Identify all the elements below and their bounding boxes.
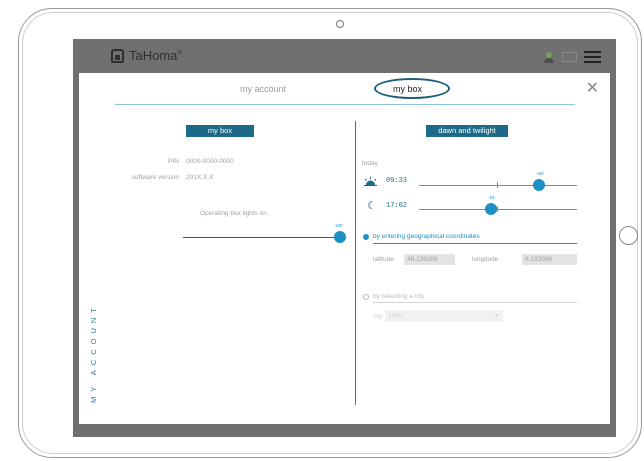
sunset-thumb[interactable] [485,203,497,215]
home-button[interactable] [619,226,638,245]
active-tab-highlight [374,78,450,99]
brand-name: TaHoma® [129,48,182,63]
city-option-label[interactable]: by selecting a city [373,293,424,300]
sunrise-time: 09:33 [386,177,408,185]
column-divider [355,121,356,405]
coords-option-label[interactable]: by entering geographical coordinates [373,233,480,240]
longitude-label: longitude [472,256,499,263]
city-label: city [373,313,383,320]
box-lights-value: 100 [335,223,343,228]
app-screen: TaHoma® my account my box ✕ MY ACCOUNT m… [73,39,616,437]
today-label: today [362,160,378,167]
user-icon[interactable] [543,51,555,63]
settings-modal: my account my box ✕ MY ACCOUNT my box PI… [79,73,610,424]
sunset-offset: -18 [488,195,495,200]
latitude-label: latitude [373,256,394,263]
city-radio[interactable] [363,294,369,300]
sunrise-offset: +60 [536,171,544,176]
city-underline [373,302,577,303]
chevron-down-icon: ▾ [495,313,499,319]
mail-icon[interactable] [562,52,577,62]
software-version-label: software version [131,174,179,181]
sunset-track [419,209,577,210]
app-logo: TaHoma® [111,48,182,63]
sunset-tick [497,206,498,212]
box-lights-track [183,237,339,238]
pin-label: PIN [168,158,179,165]
sunrise-icon [364,177,377,186]
close-icon[interactable]: ✕ [586,78,599,98]
house-icon [111,48,124,63]
sunrise-tick [497,182,498,188]
camera-icon [336,20,344,28]
box-lights-thumb[interactable] [334,231,346,243]
coords-underline [373,243,577,244]
software-version-value: 201X.X.X [186,174,214,181]
top-icons [543,51,601,63]
longitude-field[interactable]: 6.133056 [522,254,577,265]
latitude-field[interactable]: 48.136389 [404,254,455,265]
pin-value: 0000-0000-0000 [186,158,234,165]
sunset-time: 17:02 [386,202,408,210]
box-lights-label: Operating box lights on [200,210,267,217]
sunrise-track [419,185,577,186]
coords-radio[interactable] [363,234,369,240]
bottom-overlay [73,424,616,437]
city-select[interactable]: Lyon [385,310,503,322]
side-section-label: MY ACCOUNT [89,303,98,403]
top-bar: TaHoma® [73,39,616,73]
tab-my-account[interactable]: my account [240,84,286,94]
menu-icon[interactable] [584,51,601,63]
tab-bar: my account my box [115,73,575,105]
sunrise-thumb[interactable] [533,179,545,191]
dawn-twilight-header: dawn and twilight [426,125,508,137]
my-box-header: my box [186,125,254,137]
moon-icon: ☾ [367,200,377,212]
